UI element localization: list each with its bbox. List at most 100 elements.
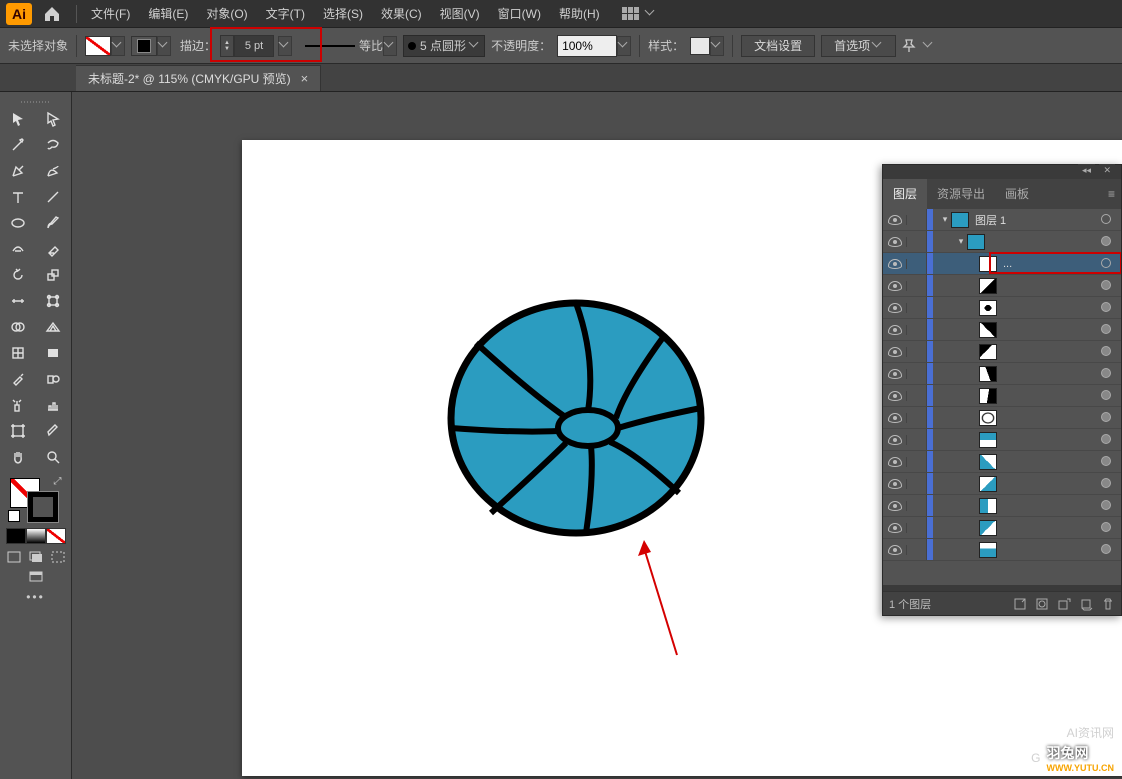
lock-toggle[interactable]: [907, 253, 927, 274]
target-icon[interactable]: [1101, 280, 1111, 290]
menu-window[interactable]: 窗口(W): [490, 2, 549, 25]
tab-asset-export[interactable]: 资源导出: [927, 179, 995, 209]
lock-toggle[interactable]: [907, 231, 927, 252]
shaper-tool[interactable]: [0, 236, 36, 262]
target-icon[interactable]: [1101, 324, 1111, 334]
layer-row[interactable]: [883, 473, 1121, 495]
target-icon[interactable]: [1101, 412, 1111, 422]
target-icon[interactable]: [1101, 214, 1111, 224]
target-icon[interactable]: [1101, 236, 1111, 246]
stroke-proxy-icon[interactable]: [28, 492, 58, 522]
paintbrush-tool[interactable]: [36, 210, 72, 236]
visibility-toggle-icon[interactable]: [888, 303, 902, 313]
free-transform-tool[interactable]: [36, 288, 72, 314]
color-mode-none[interactable]: [46, 528, 66, 544]
new-layer-icon[interactable]: [1079, 597, 1093, 611]
layer-row[interactable]: [883, 385, 1121, 407]
preferences-button[interactable]: 首选项: [821, 35, 896, 57]
layer-row[interactable]: [883, 451, 1121, 473]
chevron-down-icon[interactable]: [278, 36, 292, 56]
layer-row[interactable]: [883, 429, 1121, 451]
layer-name[interactable]: 图层 1: [975, 212, 1006, 228]
tab-artboards[interactable]: 画板: [995, 179, 1039, 209]
visibility-toggle-icon[interactable]: [888, 413, 902, 423]
panel-scrollbar[interactable]: [883, 585, 1121, 591]
visibility-toggle-icon[interactable]: [888, 281, 902, 291]
panel-menu-icon[interactable]: ≡: [1108, 187, 1115, 201]
target-icon[interactable]: [1101, 434, 1111, 444]
magic-wand-tool[interactable]: [0, 132, 36, 158]
type-tool[interactable]: [0, 184, 36, 210]
stroke-weight-field[interactable]: ▲▼: [220, 35, 274, 57]
target-icon[interactable]: [1101, 522, 1111, 532]
stroke-swatch[interactable]: [131, 35, 171, 57]
zoom-tool[interactable]: [36, 444, 72, 470]
visibility-toggle-icon[interactable]: [888, 215, 902, 225]
lock-toggle[interactable]: [907, 209, 927, 230]
graphic-style[interactable]: [690, 35, 724, 57]
target-icon[interactable]: [1101, 478, 1111, 488]
eyedropper-tool[interactable]: [0, 366, 36, 392]
lasso-tool[interactable]: [36, 132, 72, 158]
layer-row[interactable]: [883, 319, 1121, 341]
brush-definition[interactable]: 5 点圆形: [403, 35, 485, 57]
panel-grip-icon[interactable]: [0, 98, 71, 106]
fill-swatch[interactable]: [85, 35, 125, 57]
ellipse-tool[interactable]: [0, 210, 36, 236]
home-icon[interactable]: [40, 2, 64, 26]
document-setup-button[interactable]: 文档设置: [741, 35, 815, 57]
visibility-toggle-icon[interactable]: [888, 237, 902, 247]
curvature-tool[interactable]: [36, 158, 72, 184]
scale-tool[interactable]: [36, 262, 72, 288]
pen-tool[interactable]: [0, 158, 36, 184]
color-mode-solid[interactable]: [6, 528, 26, 544]
artboard-tool[interactable]: [0, 418, 36, 444]
target-icon[interactable]: [1101, 500, 1111, 510]
stroke-weight-input[interactable]: [234, 35, 274, 57]
mesh-tool[interactable]: [0, 340, 36, 366]
tab-layers[interactable]: 图层: [883, 179, 927, 209]
menu-type[interactable]: 文字(T): [258, 2, 313, 25]
draw-inside-icon[interactable]: [50, 550, 66, 564]
stepper-icon[interactable]: ▲▼: [220, 35, 234, 57]
color-mode-gradient[interactable]: [26, 528, 46, 544]
delete-layer-icon[interactable]: [1101, 597, 1115, 611]
layer-row[interactable]: [883, 517, 1121, 539]
menu-select[interactable]: 选择(S): [315, 2, 371, 25]
line-segment-tool[interactable]: [36, 184, 72, 210]
target-icon[interactable]: [1101, 456, 1111, 466]
layer-row[interactable]: [883, 495, 1121, 517]
target-icon[interactable]: [1101, 258, 1111, 268]
perspective-grid-tool[interactable]: [36, 314, 72, 340]
menu-view[interactable]: 视图(V): [432, 2, 488, 25]
layer-row[interactable]: [883, 275, 1121, 297]
opacity-field[interactable]: 100%: [557, 35, 631, 57]
variable-width-profile[interactable]: 等比: [301, 35, 397, 57]
app-logo-icon[interactable]: Ai: [6, 3, 32, 25]
layer-row[interactable]: [883, 539, 1121, 561]
chevron-down-icon[interactable]: [924, 41, 934, 51]
sublayer-name[interactable]: ...: [1003, 258, 1012, 270]
visibility-toggle-icon[interactable]: [888, 325, 902, 335]
edit-toolbar-button[interactable]: •••: [0, 590, 71, 604]
eraser-tool[interactable]: [36, 236, 72, 262]
layer-row-group[interactable]: ▾: [883, 231, 1121, 253]
selection-tool[interactable]: [0, 106, 36, 132]
shape-builder-tool[interactable]: [0, 314, 36, 340]
draw-behind-icon[interactable]: [28, 550, 44, 564]
disclosure-triangle-icon[interactable]: ▾: [939, 214, 951, 225]
target-icon[interactable]: [1101, 544, 1111, 554]
close-tab-icon[interactable]: ×: [301, 71, 309, 86]
pin-icon[interactable]: [902, 38, 918, 54]
visibility-toggle-icon[interactable]: [888, 501, 902, 511]
fill-stroke-proxy[interactable]: ⤢: [8, 476, 64, 522]
layer-row[interactable]: [883, 363, 1121, 385]
symbol-sprayer-tool[interactable]: [0, 392, 36, 418]
new-sublayer-icon[interactable]: [1057, 597, 1071, 611]
target-icon[interactable]: [1101, 390, 1111, 400]
workspace-switcher[interactable]: [622, 7, 656, 21]
layer-row[interactable]: [883, 297, 1121, 319]
target-icon[interactable]: [1101, 368, 1111, 378]
menu-effect[interactable]: 效果(C): [373, 2, 430, 25]
target-icon[interactable]: [1101, 302, 1111, 312]
